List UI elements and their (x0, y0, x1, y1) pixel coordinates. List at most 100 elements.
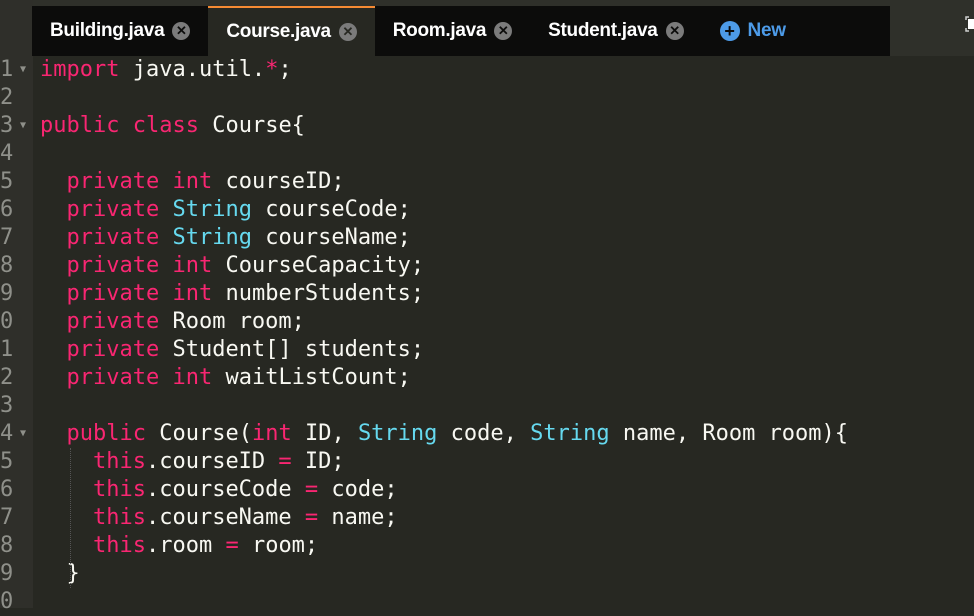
text-token: .room (145, 533, 226, 558)
tab-room-java[interactable]: Room.java ✕ (375, 6, 530, 56)
line-number: 8 (0, 533, 14, 558)
keyword-token: * (265, 57, 279, 82)
text-token: .courseName (145, 505, 305, 530)
keyword-token: int (172, 169, 213, 194)
indent-guide (70, 448, 71, 588)
line-number: 3 (0, 393, 14, 418)
tab-label: Course.java (226, 21, 331, 42)
tab-building-java[interactable]: Building.java ✕ (32, 6, 208, 56)
close-icon[interactable]: ✕ (172, 22, 191, 40)
keyword-token: int (251, 421, 292, 446)
keyword-token: = (304, 477, 319, 502)
text-token: .courseCode (145, 477, 305, 502)
text-token: ; (278, 57, 292, 82)
text-token: courseID; (212, 169, 345, 194)
keyword-token: int (172, 253, 213, 278)
tab-student-java[interactable]: Student.java ✕ (530, 6, 701, 56)
text-token: Student[] students; (159, 337, 425, 362)
text-token: .courseID (145, 449, 279, 474)
text-token: waitListCount; (212, 365, 411, 390)
code-line[interactable]: 9 } (0, 560, 974, 588)
code-line[interactable]: 1 private Student[] students; (0, 336, 974, 364)
text-token: ID; (291, 449, 345, 474)
keyword-token: private (66, 365, 160, 390)
code-text: private String courseName; (40, 224, 411, 252)
line-number: 3 (0, 113, 14, 138)
keyword-token: private (66, 281, 160, 306)
keyword-token: private (66, 197, 160, 222)
line-number: 4 (0, 141, 14, 166)
code-line[interactable]: 3 ▼ public class Course{ (0, 112, 974, 140)
keyword-token: private (66, 309, 160, 334)
keyword-token: class (132, 113, 199, 138)
code-line[interactable]: 0 (0, 588, 974, 616)
code-line[interactable]: 8 private int CourseCapacity; (0, 252, 974, 280)
fullscreen-icon[interactable] (965, 16, 974, 32)
line-number: 5 (0, 169, 14, 194)
code-text: private int waitListCount; (40, 364, 411, 392)
new-file-label: New (747, 20, 786, 41)
keyword-token: this (92, 533, 146, 558)
code-text: this.courseID = ID; (40, 448, 345, 476)
code-line[interactable]: 4 ▼ public Course(int ID, String code, St… (0, 420, 974, 448)
fold-arrow-icon[interactable]: ▼ (20, 112, 26, 140)
type-token: String (530, 421, 610, 446)
keyword-token: private (66, 337, 160, 362)
text-token: Course{ (198, 113, 305, 138)
fold-arrow-icon[interactable]: ▼ (20, 56, 26, 84)
code-line[interactable]: 8 this.room = room; (0, 532, 974, 560)
line-number: 2 (0, 85, 14, 110)
code-line[interactable]: 4 (0, 140, 974, 168)
text-token: CourseCapacity; (212, 253, 425, 278)
code-line[interactable]: 6 private String courseCode; (0, 196, 974, 224)
code-editor[interactable]: 1 ▼ import java.util.*; 2 3 ▼ public class Cou… (0, 56, 974, 616)
line-number: 8 (0, 253, 14, 278)
keyword-token: this (92, 505, 146, 530)
code-line[interactable]: 3 (0, 392, 974, 420)
keyword-token: private (66, 169, 160, 194)
close-icon[interactable]: ✕ (494, 22, 513, 40)
code-line[interactable]: 6 this.courseCode = code; (0, 476, 974, 504)
line-number: 0 (0, 589, 14, 614)
close-icon[interactable]: ✕ (665, 22, 684, 40)
tab-course-java[interactable]: Course.java ✕ (208, 6, 375, 56)
code-line[interactable]: 0 private Room room; (0, 308, 974, 336)
code-line[interactable]: 7 this.courseName = name; (0, 504, 974, 532)
keyword-token: this (92, 477, 146, 502)
text-token: Course( (145, 421, 252, 446)
type-token: String (172, 225, 252, 250)
code-line[interactable]: 5 this.courseID = ID; (0, 448, 974, 476)
line-number: 7 (0, 225, 14, 250)
code-text: public class Course{ (40, 112, 305, 140)
code-line[interactable]: 2 (0, 84, 974, 112)
text-token: room; (238, 533, 319, 558)
code-line[interactable]: 1 ▼ import java.util.*; (0, 56, 974, 84)
line-number: 6 (0, 197, 14, 222)
code-line[interactable]: 5 private int courseID; (0, 168, 974, 196)
close-icon[interactable]: ✕ (338, 23, 357, 41)
code-text: this.courseCode = code; (40, 476, 398, 504)
keyword-token: this (92, 449, 146, 474)
new-file-button[interactable]: + New (702, 6, 804, 56)
line-number: 1 (0, 57, 14, 82)
text-token: code, (437, 421, 531, 446)
code-line[interactable]: 2 private int waitListCount; (0, 364, 974, 392)
fold-arrow-icon[interactable]: ▼ (20, 420, 26, 448)
code-line[interactable]: 7 private String courseName; (0, 224, 974, 252)
code-text: this.courseName = name; (40, 504, 398, 532)
code-line[interactable]: 9 private int numberStudents; (0, 280, 974, 308)
